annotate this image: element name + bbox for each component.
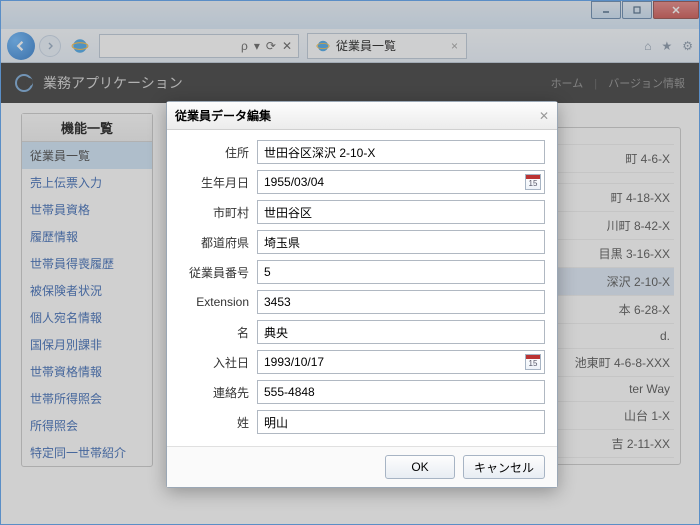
label-address: 住所	[179, 144, 257, 161]
ok-button[interactable]: OK	[385, 455, 455, 479]
dialog-titlebar: 従業員データ編集 ✕	[167, 102, 557, 130]
label-city: 市町村	[179, 204, 257, 221]
input-phone[interactable]	[257, 380, 545, 404]
label-lastname: 姓	[179, 414, 257, 431]
label-phone: 連絡先	[179, 384, 257, 401]
input-hiredate[interactable]	[257, 350, 545, 374]
dialog-title: 従業員データ編集	[175, 107, 271, 124]
dialog-buttons: OK キャンセル	[167, 446, 557, 487]
dialog-body: 住所 生年月日 15 市町村 都道府県 従業員番号 Extension	[167, 130, 557, 446]
input-lastname[interactable]	[257, 410, 545, 434]
cancel-button[interactable]: キャンセル	[463, 455, 545, 479]
input-firstname[interactable]	[257, 320, 545, 344]
label-prefecture: 都道府県	[179, 234, 257, 251]
browser-window: ρ ▾ ⟳ ✕ 従業員一覧 × ⌂ ★ ⚙ 業務アプリケーション ホーム | バ…	[0, 0, 700, 525]
input-city[interactable]	[257, 200, 545, 224]
label-extension: Extension	[179, 295, 257, 309]
input-extension[interactable]	[257, 290, 545, 314]
edit-employee-dialog: 従業員データ編集 ✕ 住所 生年月日 15 市町村 都道府県 従業員番号	[166, 101, 558, 488]
calendar-icon[interactable]: 15	[525, 354, 541, 370]
input-prefecture[interactable]	[257, 230, 545, 254]
label-firstname: 名	[179, 324, 257, 341]
input-employee-no[interactable]	[257, 260, 545, 284]
label-hiredate: 入社日	[179, 354, 257, 371]
label-employee-no: 従業員番号	[179, 264, 257, 281]
calendar-icon[interactable]: 15	[525, 174, 541, 190]
dialog-close-icon[interactable]: ✕	[539, 109, 549, 123]
input-address[interactable]	[257, 140, 545, 164]
label-birthdate: 生年月日	[179, 174, 257, 191]
input-birthdate[interactable]	[257, 170, 545, 194]
